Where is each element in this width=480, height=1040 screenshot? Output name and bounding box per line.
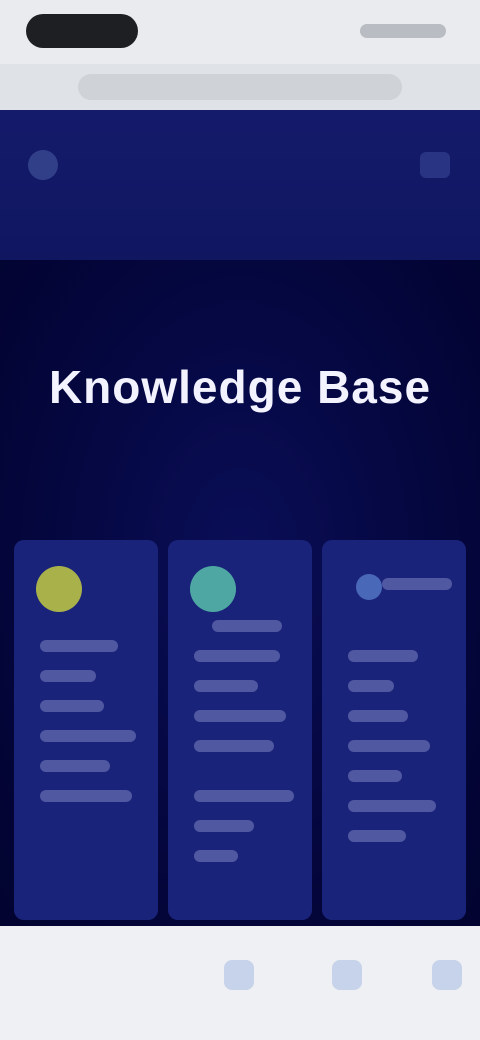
bookmarks-icon[interactable] <box>332 960 362 990</box>
card-text-line <box>40 700 104 712</box>
category-card[interactable] <box>168 540 312 920</box>
menu-icon[interactable] <box>420 152 450 178</box>
category-card[interactable] <box>14 540 158 920</box>
card-text-line <box>348 770 402 782</box>
category-card[interactable] <box>322 540 466 920</box>
blue-badge-icon <box>356 574 382 600</box>
card-text-line <box>40 790 132 802</box>
card-text-line <box>348 830 406 842</box>
card-text-line <box>194 790 294 802</box>
browser-bottom-toolbar <box>0 926 480 1040</box>
card-text-line <box>194 820 254 832</box>
share-icon[interactable] <box>224 960 254 990</box>
card-text-line <box>348 680 394 692</box>
card-text-line <box>40 640 118 652</box>
card-text-line <box>212 620 282 632</box>
logo-icon[interactable] <box>28 150 58 180</box>
card-text-line <box>348 800 436 812</box>
site-header <box>0 110 480 260</box>
card-text-line <box>348 740 430 752</box>
card-text-line <box>194 710 286 722</box>
card-text-line <box>40 730 136 742</box>
status-icons <box>360 24 446 38</box>
page-title: Knowledge Base <box>48 361 432 413</box>
card-text-line <box>194 850 238 862</box>
status-bar <box>0 0 480 64</box>
card-text-line <box>382 578 452 590</box>
card-text-line <box>40 670 96 682</box>
dynamic-island <box>26 14 138 48</box>
yellow-circle-icon <box>36 566 82 612</box>
card-text-line <box>348 710 408 722</box>
card-text-line <box>348 650 418 662</box>
tabs-icon[interactable] <box>432 960 462 990</box>
card-text-line <box>194 650 280 662</box>
card-text-line <box>40 760 110 772</box>
card-text-line <box>194 680 258 692</box>
url-input[interactable] <box>78 74 402 100</box>
card-text-line <box>194 740 274 752</box>
browser-url-bar <box>0 64 480 110</box>
teal-circle-icon <box>190 566 236 612</box>
